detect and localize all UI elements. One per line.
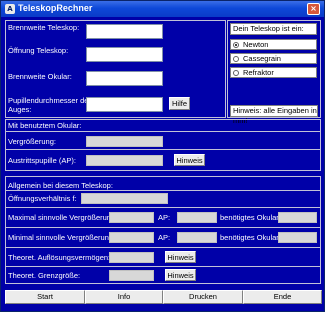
window-title: TeleskopRechner	[18, 3, 93, 13]
allgemein-section-title: Allgemein bei diesem Teleskop:	[8, 181, 113, 190]
start-button[interactable]: Start	[5, 290, 85, 304]
max-ap-output	[177, 212, 217, 223]
teleskop-type-title: Dein Teleskop ist ein:	[230, 23, 317, 35]
divider	[6, 131, 320, 132]
hinweis-mm-label: Hinweis: alle Eingaben in mm!	[230, 105, 318, 125]
bottom-button-bar: Start Info Drucken Ende	[5, 290, 322, 304]
radio-cassegrain[interactable]: Cassegrain	[230, 53, 317, 64]
info-button[interactable]: Info	[85, 290, 163, 304]
radio-cassegrain-indicator	[233, 56, 239, 62]
drucken-button[interactable]: Drucken	[163, 290, 243, 304]
radio-cassegrain-label: Cassegrain	[243, 54, 281, 63]
brennweite-teleskop-input[interactable]	[86, 24, 163, 39]
min-vergroesserung-label: Minimal sinnvolle Vergrößerung:	[8, 233, 116, 242]
divider	[6, 190, 320, 191]
max-vergroesserung-output	[109, 212, 154, 223]
hinweis-button-aufloesung[interactable]: Hinweis	[165, 251, 196, 263]
min-ap-label: AP:	[158, 233, 171, 242]
radio-newton[interactable]: Newton	[230, 39, 317, 50]
min-okular-label: benötigtes Okular:	[220, 233, 281, 242]
oeffnung-teleskop-label: Öffnung Teleskop:	[8, 46, 69, 55]
radio-refraktor-label: Refraktor	[243, 68, 274, 77]
radio-newton-indicator	[233, 42, 239, 48]
hilfe-button[interactable]: Hilfe	[169, 97, 190, 110]
austrittspupille-output	[86, 155, 163, 166]
oeffnungsverhaeltnis-label: Öffnungsverhältnis f:	[8, 194, 77, 203]
max-vergroesserung-label: Maximal sinnvolle Vergrößerung:	[8, 213, 118, 222]
hinweis-button-ap[interactable]: Hinweis	[174, 154, 205, 166]
oeffnung-teleskop-input[interactable]	[86, 47, 163, 62]
aufloesung-label: Theoret. Auflösungsvermögen:	[8, 253, 111, 262]
brennweite-okular-input[interactable]	[86, 71, 163, 86]
divider	[6, 247, 320, 248]
austrittspupille-label: Austrittspupille (AP):	[8, 156, 76, 165]
pupillendurchmesser-label-line1: Pupillendurchmesser des	[8, 96, 93, 105]
divider	[6, 266, 320, 267]
pupillendurchmesser-label-line2: Auges:	[8, 105, 32, 114]
pupillendurchmesser-input[interactable]	[86, 97, 163, 112]
divider	[6, 227, 320, 228]
radio-refraktor[interactable]: Refraktor	[230, 67, 317, 78]
vergroesserung-output	[86, 136, 163, 147]
title-bar[interactable]: A TeleskopRechner ×	[1, 1, 324, 17]
min-vergroesserung-output	[109, 232, 154, 243]
oeffnungsverhaeltnis-output	[81, 193, 168, 204]
max-okular-output	[278, 212, 317, 223]
telescope-app-icon: A	[5, 4, 15, 14]
radio-refraktor-indicator	[233, 70, 239, 76]
brennweite-okular-label: Brennweite Okular:	[8, 72, 72, 81]
divider	[6, 207, 320, 208]
vergroesserung-label: Vergrößerung:	[8, 137, 56, 146]
min-ap-output	[177, 232, 217, 243]
main-window: A TeleskopRechner × Brennweite Teleskop:…	[0, 0, 325, 312]
max-ap-label: AP:	[158, 213, 171, 222]
okular-section-title: Mit benutztem Okular:	[8, 121, 82, 130]
brennweite-teleskop-label: Brennweite Teleskop:	[8, 23, 80, 32]
min-okular-output	[278, 232, 317, 243]
hinweis-button-grenzgroesse[interactable]: Hinweis	[165, 269, 196, 281]
close-button[interactable]: ×	[307, 3, 320, 15]
max-okular-label: benötigtes Okular:	[220, 213, 281, 222]
radio-newton-label: Newton	[243, 40, 269, 49]
divider	[6, 149, 320, 150]
aufloesung-output	[109, 252, 154, 263]
grenzgroesse-label: Theoret. Grenzgröße:	[8, 271, 81, 280]
ende-button[interactable]: Ende	[243, 290, 322, 304]
grenzgroesse-output	[109, 270, 154, 281]
